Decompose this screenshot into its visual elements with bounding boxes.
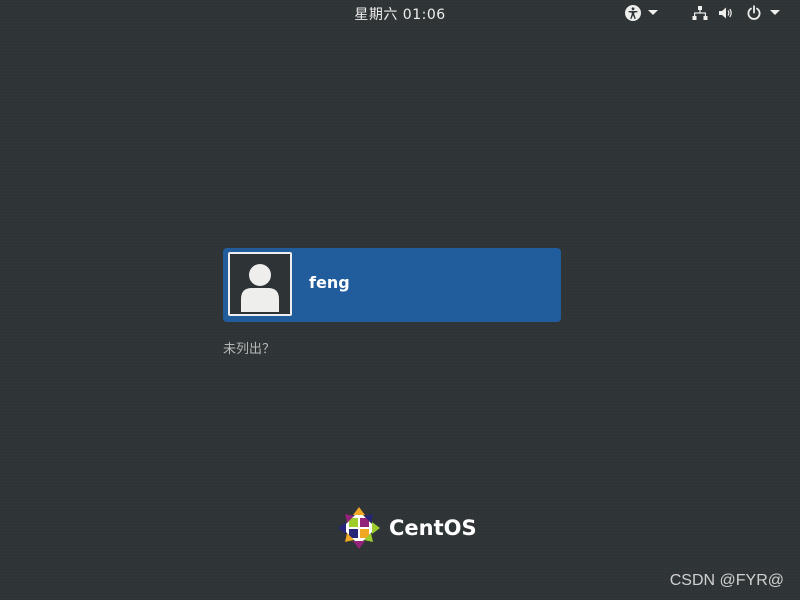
chevron-down-icon (770, 10, 780, 16)
power-icon (746, 5, 762, 21)
volume-icon (718, 5, 734, 21)
chevron-down-icon (648, 10, 658, 16)
user-list-item[interactable]: feng (223, 248, 561, 322)
centos-logo-text: CentOS (389, 516, 477, 540)
not-listed-link[interactable]: 未列出？ (223, 338, 275, 357)
clock[interactable]: 星期六 01:06 (0, 4, 800, 24)
system-menu[interactable] (692, 5, 780, 21)
centos-logo-icon (336, 505, 382, 551)
accessibility-menu[interactable] (624, 5, 658, 21)
network-icon (692, 5, 708, 21)
user-avatar-icon (228, 252, 292, 316)
watermark-text: CSDN @FYR@ (669, 572, 784, 589)
centos-branding: CentOS (336, 505, 477, 551)
username-label: feng (309, 273, 350, 292)
top-bar: 星期六 01:06 (0, 0, 800, 26)
accessibility-icon (624, 4, 642, 22)
